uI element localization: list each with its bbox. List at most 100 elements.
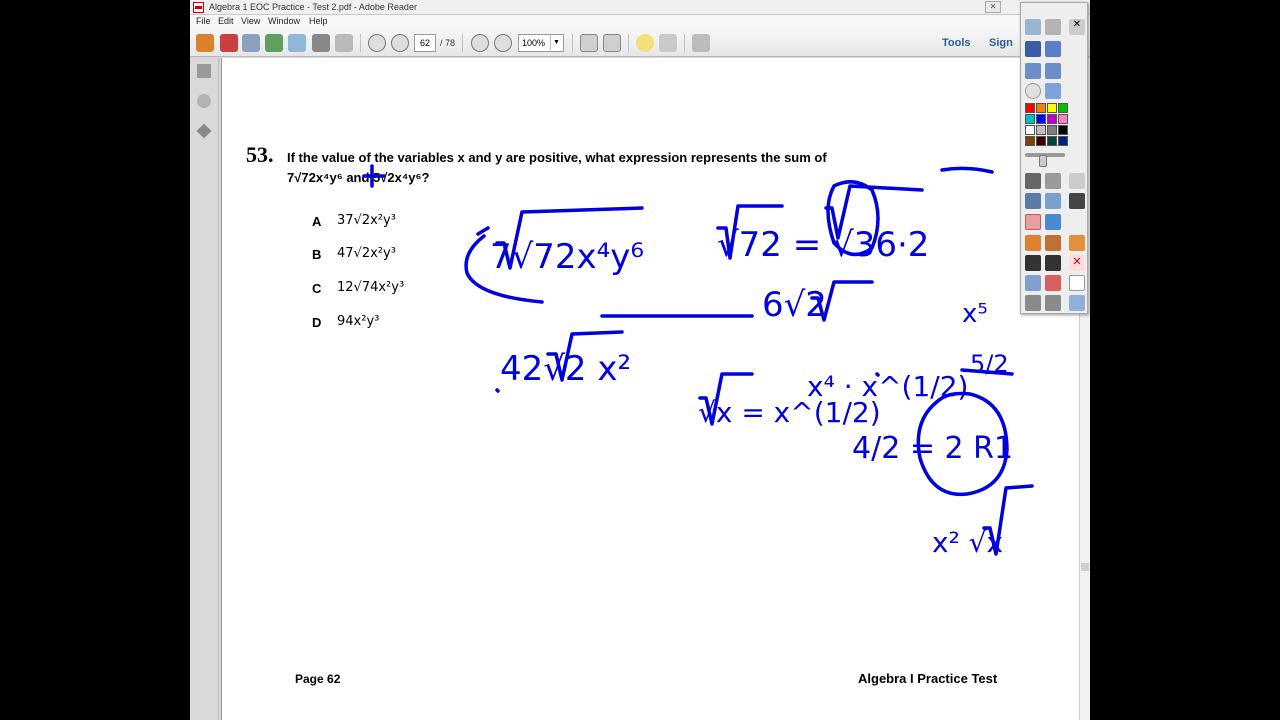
color-swatch[interactable] (1036, 103, 1046, 113)
pdf-icon (193, 2, 204, 13)
fill-icon[interactable] (1025, 235, 1041, 251)
navigation-panel (190, 58, 219, 720)
color-swatch[interactable] (1047, 103, 1057, 113)
color-swatch[interactable] (1058, 114, 1068, 124)
record-icon[interactable] (1025, 83, 1041, 99)
upload-icon[interactable] (265, 34, 283, 52)
keyboard-icon[interactable] (1045, 41, 1061, 57)
menu-window[interactable]: Window (268, 16, 300, 26)
fit-width-icon[interactable] (603, 34, 621, 52)
eraser-icon[interactable] (1025, 214, 1041, 230)
display-icon[interactable] (1025, 41, 1041, 57)
expand-icon[interactable] (692, 34, 710, 52)
menu-file[interactable]: File (196, 16, 211, 26)
clear-icon[interactable]: ✕ (1069, 255, 1085, 271)
zoom-in-icon[interactable] (494, 34, 512, 52)
color-swatch[interactable] (1058, 136, 1068, 146)
zoom-out-icon[interactable] (471, 34, 489, 52)
highlighter-icon[interactable] (1045, 193, 1061, 209)
ink-text-x2sqrtx: x² √x (932, 526, 1003, 559)
document-icon[interactable] (1069, 275, 1085, 291)
next-page-icon[interactable] (391, 34, 409, 52)
pointer-icon[interactable] (1025, 173, 1041, 189)
attachment-icon[interactable] (197, 94, 211, 108)
user-icon[interactable] (1025, 275, 1041, 291)
window-title: Algebra 1 EOC Practice - Test 2.pdf - Ad… (209, 2, 417, 12)
pen-icon[interactable] (1025, 193, 1041, 209)
close-palette-icon[interactable]: ✕ (1069, 19, 1085, 35)
ink-text-sqrt72: √72 = √36·2 (717, 225, 929, 265)
adobe-reader-window: Algebra 1 EOC Practice - Test 2.pdf - Ad… (190, 0, 1090, 720)
close-icon[interactable]: ✕ (985, 1, 1001, 13)
text-icon[interactable] (1025, 255, 1041, 271)
delete-page-icon[interactable] (1069, 173, 1085, 189)
scrollbar-thumb[interactable] (1081, 563, 1089, 571)
copy-icon[interactable] (1069, 295, 1085, 311)
ink-tool-palette: ✕ ✕ (1020, 2, 1088, 314)
print-icon[interactable] (312, 34, 330, 52)
ink-underline-sum (940, 166, 994, 174)
ink-text-4over2: 4/2 = 2 R1 (852, 431, 1013, 466)
globe-icon[interactable] (1045, 83, 1061, 99)
ink-text-5over2: 5/2 (970, 350, 1009, 378)
edit-icon[interactable] (242, 34, 260, 52)
stamp-icon[interactable] (1069, 235, 1085, 251)
save-icon[interactable] (288, 34, 306, 52)
color-swatch[interactable] (1047, 136, 1057, 146)
menu-edit[interactable]: Edit (218, 16, 234, 26)
pdf-create-icon[interactable] (220, 34, 238, 52)
back-icon[interactable] (1025, 63, 1041, 79)
color-swatch[interactable] (1047, 114, 1057, 124)
zoom-value: 100% (522, 38, 546, 48)
sign-button[interactable]: Sign (989, 37, 1013, 49)
page-number-input[interactable]: 62 (414, 34, 436, 52)
create-icon[interactable] (196, 34, 214, 52)
color-swatch[interactable] (1025, 114, 1035, 124)
screen-icon[interactable] (1025, 19, 1041, 35)
layers-icon[interactable] (196, 123, 212, 139)
separator (684, 34, 685, 52)
settings-icon[interactable] (1045, 173, 1061, 189)
ink-text-6sqrt2: 6√2 (762, 285, 827, 325)
color-swatch[interactable] (1036, 114, 1046, 124)
slider-thumb[interactable] (1039, 155, 1047, 167)
undo-icon[interactable] (1025, 295, 1041, 311)
color-swatch[interactable] (1025, 125, 1035, 135)
color-swatch[interactable] (1047, 125, 1057, 135)
previous-page-icon[interactable] (368, 34, 386, 52)
brush-icon[interactable] (1045, 235, 1061, 251)
separator (360, 34, 361, 52)
pages-icon[interactable] (197, 64, 211, 78)
redo-icon[interactable] (1045, 295, 1061, 311)
color-swatch[interactable] (1058, 125, 1068, 135)
page-total: / 78 (440, 38, 456, 48)
color-swatch[interactable] (1025, 103, 1035, 113)
tools-button[interactable]: Tools (942, 37, 971, 49)
page-icon[interactable] (1045, 19, 1061, 35)
color-swatch[interactable] (1025, 136, 1035, 146)
shape-icon[interactable] (1045, 214, 1061, 230)
ink-dot (495, 388, 500, 393)
pi-icon[interactable] (1069, 193, 1085, 209)
fit-page-icon[interactable] (580, 34, 598, 52)
color-swatch[interactable] (1036, 125, 1046, 135)
color-swatch[interactable] (1036, 136, 1046, 146)
ink-text-7sqrt72: 7√72x⁴y⁶ (490, 237, 644, 277)
separator (462, 34, 463, 52)
email-icon[interactable] (335, 34, 353, 52)
chevron-down-icon[interactable]: ▼ (550, 35, 562, 50)
ink-text-42sqrt2x2: 42√2 x² (500, 349, 631, 389)
ink-bracket-top (476, 226, 490, 236)
menu-view[interactable]: View (241, 16, 260, 26)
menu-help[interactable]: Help (309, 16, 328, 26)
forward-icon[interactable] (1045, 63, 1061, 79)
comment-icon[interactable] (636, 34, 654, 52)
highlight-icon[interactable] (659, 34, 677, 52)
toolbar: 62 / 78 100% ▼ Tools Sign (190, 29, 1090, 57)
color-swatch[interactable] (1058, 103, 1068, 113)
math-icon[interactable] (1045, 255, 1061, 271)
separator (628, 34, 629, 52)
refresh-icon[interactable] (1045, 275, 1061, 291)
title-bar: Algebra 1 EOC Practice - Test 2.pdf - Ad… (190, 0, 1090, 15)
menu-bar: File Edit View Window Help (190, 15, 1090, 29)
